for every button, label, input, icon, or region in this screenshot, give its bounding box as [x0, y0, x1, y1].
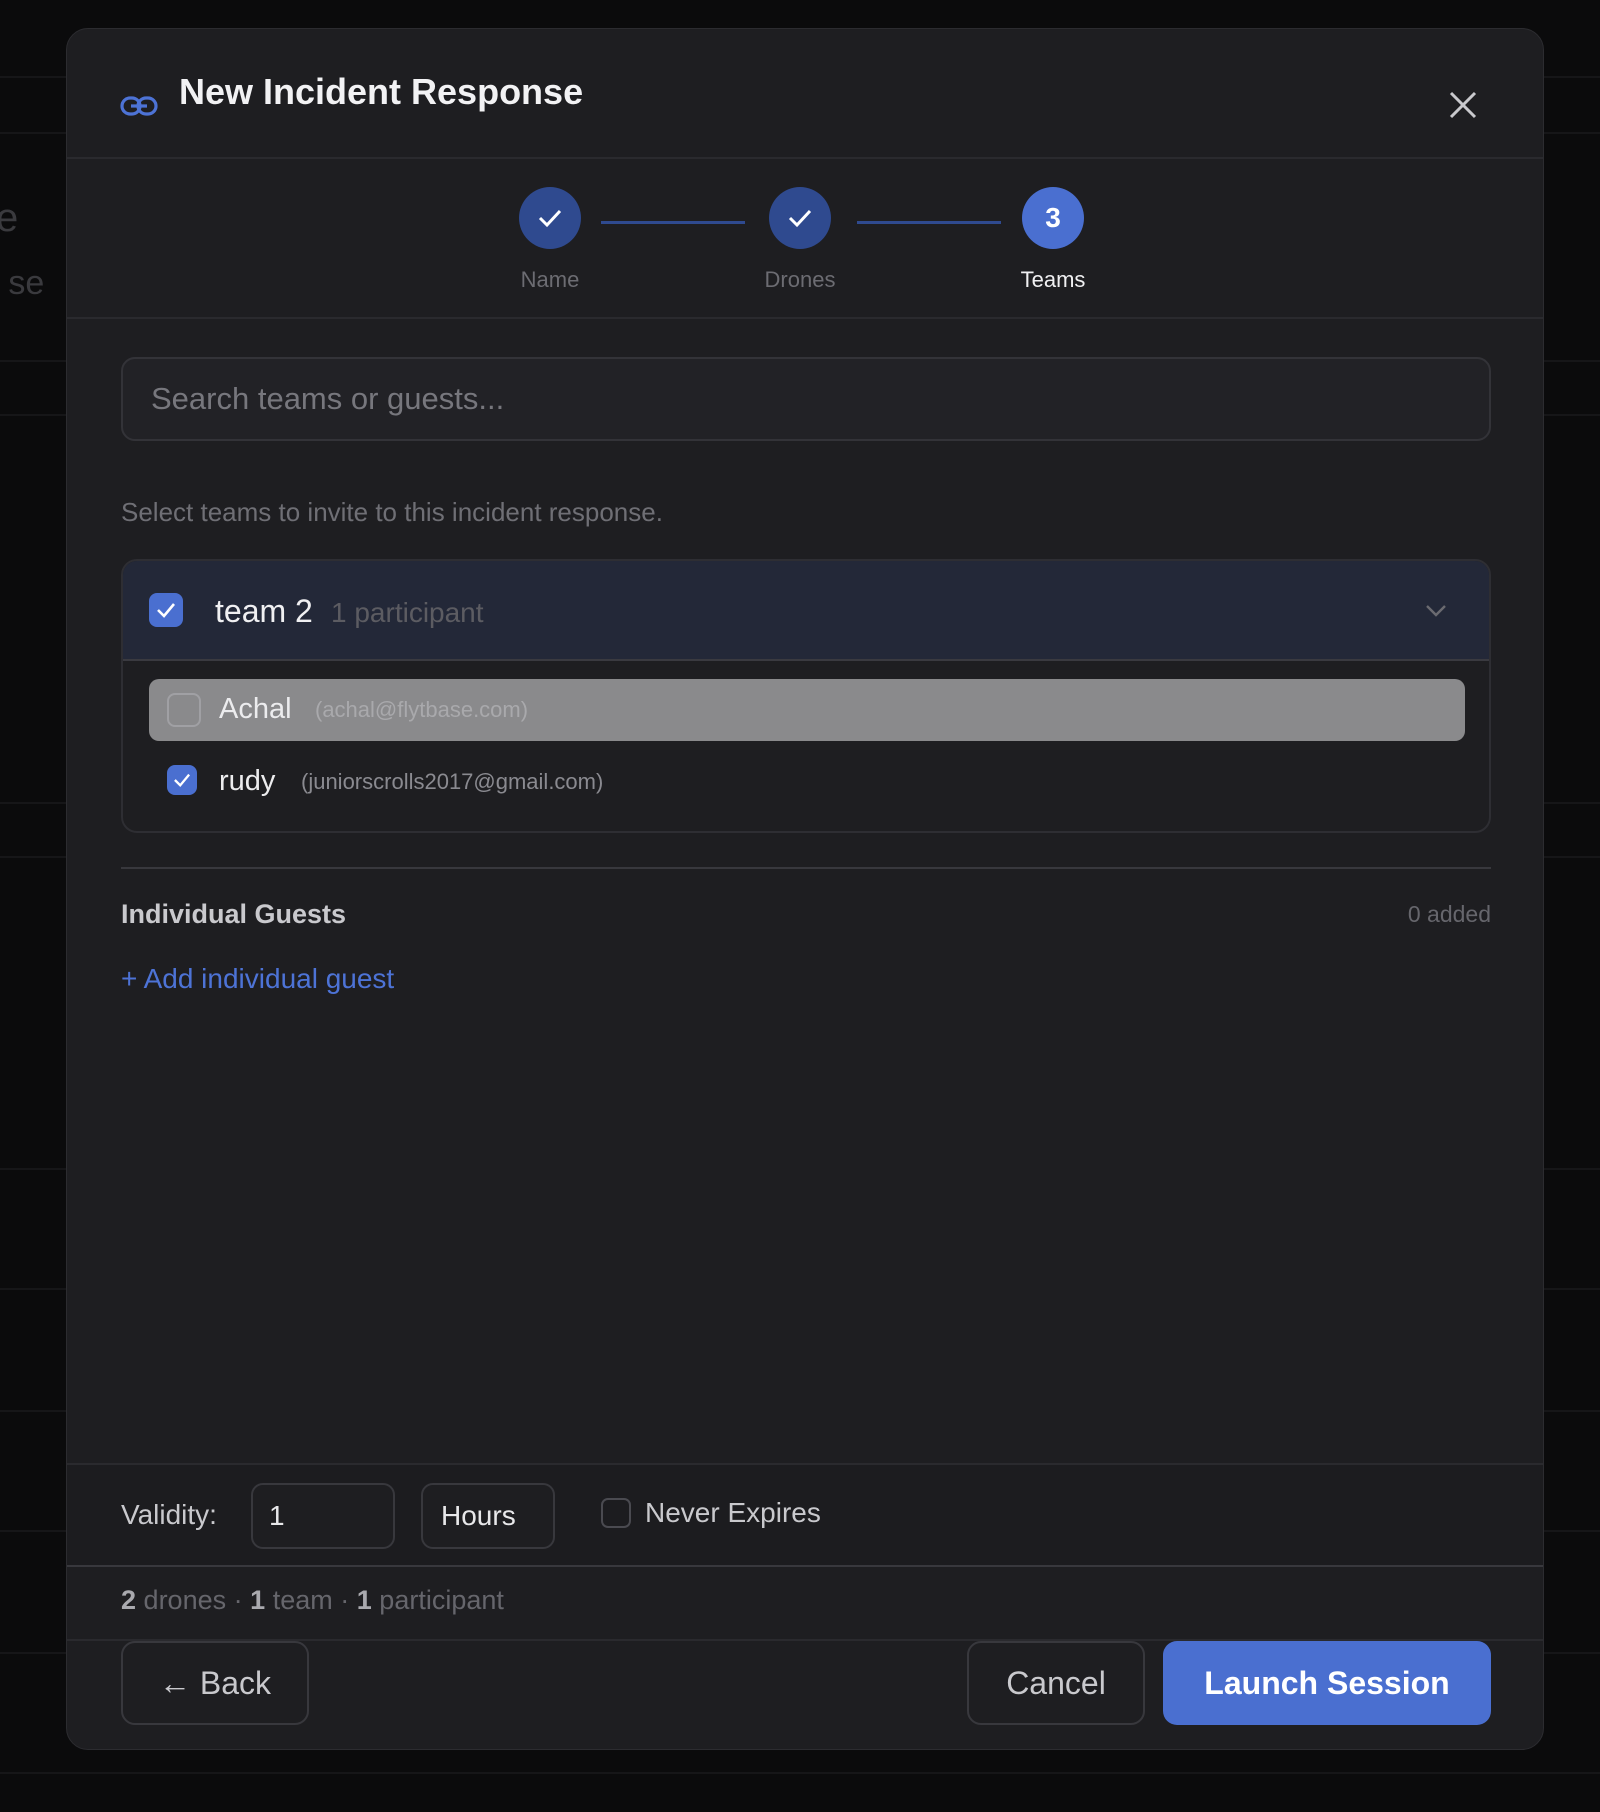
summary-teams-count: 1 — [250, 1585, 266, 1615]
member-email: (achal@flytbase.com) — [315, 697, 529, 722]
close-icon[interactable] — [1437, 79, 1489, 131]
add-guest-link[interactable]: + Add individual guest — [121, 963, 394, 995]
link-icon — [120, 96, 158, 116]
checkmark-icon — [538, 209, 562, 228]
wizard-stepper: 3 Name Drones Teams — [67, 159, 1543, 319]
member-name: rudy — [219, 765, 276, 797]
member-name: Achal — [219, 693, 292, 725]
cancel-button[interactable]: Cancel — [967, 1641, 1145, 1725]
individual-guests-title: Individual Guests — [121, 899, 347, 929]
step-label-name: Name — [520, 267, 580, 292]
step-connector — [857, 221, 1001, 224]
guests-count: 0 added — [1407, 901, 1491, 927]
summary-separator: · — [233, 1585, 243, 1615]
background-text: e — [0, 196, 19, 240]
background-divider — [0, 1772, 1600, 1774]
team-checkbox[interactable] — [149, 593, 183, 627]
validity-unit-select[interactable]: Hours — [421, 1483, 555, 1549]
summary-separator: · — [340, 1585, 350, 1615]
search-input[interactable] — [121, 357, 1491, 441]
step-drones-indicator — [769, 187, 831, 249]
step-connector — [601, 221, 745, 224]
selection-summary: 2 drones · 1 team · 1 participant — [67, 1567, 1543, 1641]
team-name: team 2 — [215, 593, 313, 629]
checkmark-icon — [788, 209, 812, 228]
member-email: (juniorscrolls2017@gmail.com) — [301, 769, 604, 794]
summary-drones-count: 2 — [121, 1585, 137, 1615]
team-member-row[interactable]: rudy (juniorscrolls2017@gmail.com) — [149, 751, 1465, 813]
checkmark-icon — [157, 603, 175, 618]
validity-value-input[interactable] — [251, 1483, 395, 1549]
member-checkbox[interactable] — [167, 765, 197, 795]
step-label-teams: Teams — [1020, 267, 1086, 292]
member-checkbox[interactable] — [167, 693, 201, 727]
step-name-indicator — [519, 187, 581, 249]
team-card: team 2 1 participant Achal (achal@flytba… — [121, 559, 1491, 833]
team-member-row[interactable]: Achal (achal@flytbase.com) — [149, 679, 1465, 741]
never-expires-checkbox[interactable] — [601, 1498, 631, 1528]
never-expires-label: Never Expires — [645, 1497, 821, 1528]
summary-participants-word: participant — [379, 1585, 504, 1615]
step-number: 3 — [1045, 202, 1061, 233]
launch-session-button[interactable]: Launch Session — [1163, 1641, 1491, 1725]
modal-title: New Incident Response — [179, 71, 584, 112]
section-divider — [121, 867, 1491, 869]
step-label-drones: Drones — [764, 267, 836, 292]
helper-text: Select teams to invite to this incident … — [121, 497, 663, 527]
summary-text: 2 drones · 1 team · 1 participant — [121, 1585, 504, 1616]
validity-label: Validity: — [121, 1499, 217, 1530]
summary-participants-count: 1 — [356, 1585, 372, 1615]
never-expires-toggle[interactable]: Never Expires — [601, 1493, 821, 1533]
back-button[interactable]: ← Back — [121, 1641, 309, 1725]
background-text: e se — [0, 264, 45, 302]
incident-response-modal: New Incident Response 3 Name Drones Team… — [66, 28, 1544, 1750]
chevron-down-icon[interactable] — [1421, 597, 1451, 623]
summary-teams-word: team — [272, 1585, 333, 1615]
step-teams-indicator: 3 — [1022, 187, 1084, 249]
team-header[interactable]: team 2 1 participant — [123, 561, 1489, 661]
summary-drones-word: drones — [143, 1585, 227, 1615]
team-participant-count: 1 participant — [331, 597, 484, 628]
checkmark-icon — [174, 773, 190, 788]
modal-header: New Incident Response — [67, 29, 1543, 159]
validity-bar: Validity: Hours Never Expires — [67, 1463, 1543, 1567]
